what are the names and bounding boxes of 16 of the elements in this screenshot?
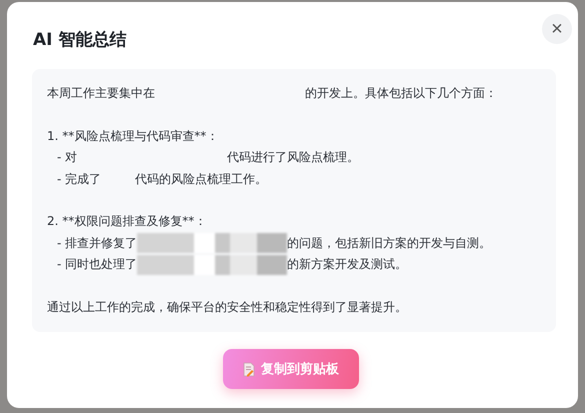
summary-text: - 完成了 [57, 170, 102, 188]
summary-text: 的问题，包括新旧方案的开发与自测。 [287, 234, 492, 252]
summary-text: - 同时也处理了 [57, 256, 138, 273]
summary-text: 的新方案开发及测试。 [287, 256, 408, 273]
summary-text: 本周工作主要集中在 [47, 85, 155, 102]
dialog-title: AI 智能总结 [33, 29, 128, 51]
summary-text: 的开发上。具体包括以下几个方面： [305, 85, 497, 102]
close-button[interactable]: × [542, 14, 572, 44]
summary-text: - 排查并修复了 [57, 234, 138, 252]
summary-text: 1. **风险点梳理与代码审查**： [47, 128, 218, 144]
document-icon [243, 362, 255, 376]
summary-text: 代码的风险点梳理工作。 [135, 170, 268, 188]
summary-text: 代码进行了风险点梳理。 [227, 149, 360, 166]
summary-text: 2. **权限问题排查及修复**： [47, 213, 206, 230]
summary-text: 通过以上工作的完成，确保平台的安全性和稳定性得到了显著提升。 [47, 298, 407, 316]
summary-text: - 对 [57, 149, 78, 166]
